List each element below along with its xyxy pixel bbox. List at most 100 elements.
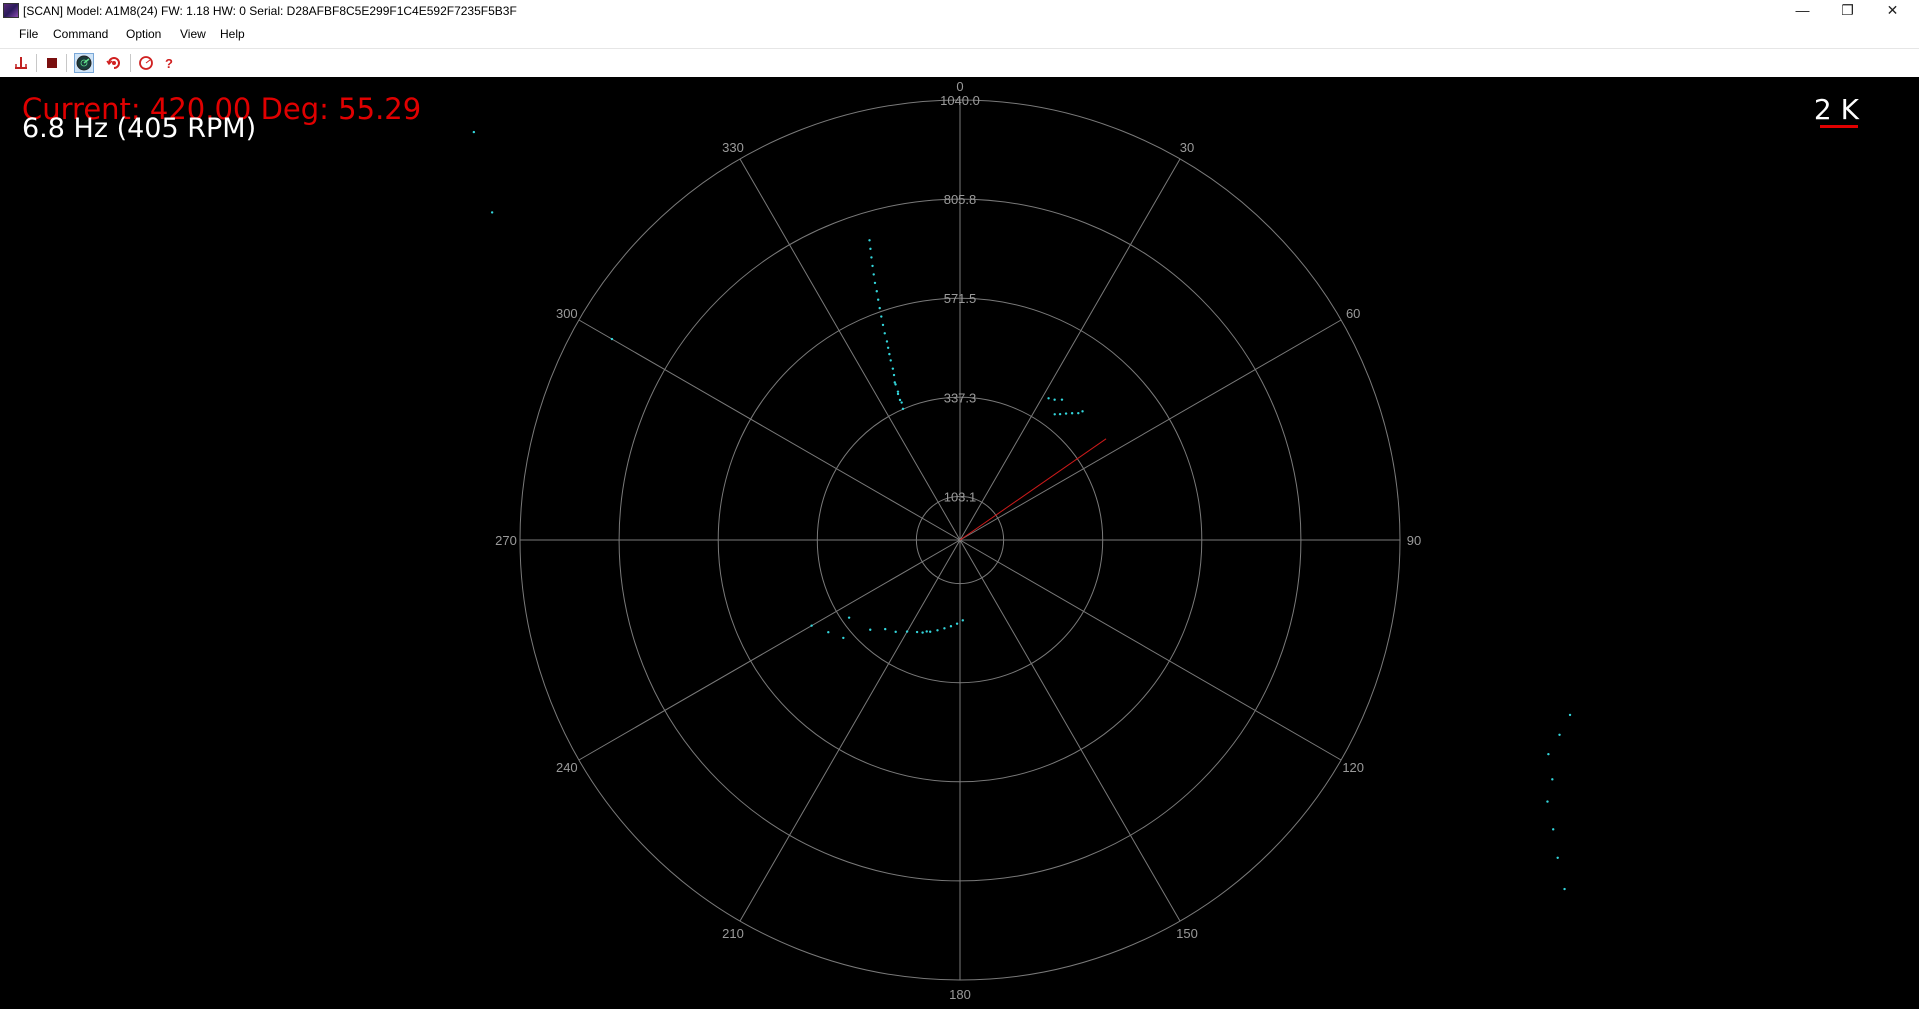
maximize-button[interactable]: ❐	[1825, 0, 1870, 22]
polar-scan-plot: 0 30 60 90 120 150 180 210 240 270 300 330 103.1 337.…	[472, 79, 1572, 1002]
start-scan-button[interactable]	[11, 53, 31, 73]
ring-value-label: 571.5	[944, 291, 977, 306]
scan-point	[876, 298, 880, 301]
angle-spoke	[959, 539, 1181, 922]
minimize-button[interactable]: —	[1780, 0, 1825, 22]
scan-point	[827, 631, 830, 634]
scan-point	[1551, 778, 1554, 781]
scan-point	[896, 390, 900, 393]
circle-view-button[interactable]	[136, 53, 156, 73]
menu-help[interactable]: Help	[220, 27, 245, 41]
angle-label: 300	[556, 306, 578, 321]
scan-point	[949, 625, 953, 628]
scan-point	[885, 340, 889, 343]
scan-point	[1060, 398, 1064, 401]
scan-point	[905, 630, 909, 633]
toolbar-separator	[36, 54, 37, 72]
scan-point	[893, 381, 896, 384]
app-icon	[3, 3, 19, 18]
scan-point	[886, 346, 890, 350]
radar-view-button[interactable]	[74, 53, 94, 73]
scan-point	[871, 264, 874, 268]
scan-point	[925, 630, 928, 633]
scan-point	[878, 306, 881, 310]
help-button[interactable]: ?	[159, 53, 179, 73]
reset-button[interactable]	[104, 53, 124, 73]
reset-icon	[106, 57, 120, 69]
scan-point	[884, 627, 887, 631]
scan-point	[898, 398, 902, 402]
angle-spoke	[959, 539, 1342, 761]
menu-bar: File Command Option View Help	[0, 22, 1919, 47]
angle-spoke	[739, 539, 961, 922]
angle-label: 270	[495, 533, 517, 548]
circle-view-icon	[139, 56, 153, 70]
scan-point	[1546, 800, 1549, 803]
angle-label: 180	[949, 987, 971, 1002]
scan-point	[1081, 410, 1084, 413]
ring-value-label: 337.3	[944, 390, 977, 405]
scan-point	[842, 636, 845, 640]
scan-point	[1552, 828, 1555, 831]
stop-button[interactable]	[42, 53, 62, 73]
scan-point	[888, 352, 891, 356]
scan-point	[955, 622, 959, 625]
rotation-rate-text: 6.8 Hz (405 RPM)	[22, 113, 257, 144]
scan-point	[1053, 398, 1056, 401]
scan-point	[894, 630, 897, 634]
current-ray	[959, 438, 1107, 541]
scan-point	[901, 407, 905, 411]
scan-point	[883, 332, 886, 335]
toolbar-separator	[130, 54, 131, 72]
angle-spoke	[578, 539, 961, 761]
scan-point	[810, 624, 813, 627]
scan-point	[943, 627, 946, 630]
angle-label: 30	[1180, 140, 1194, 155]
angle-spoke	[578, 319, 961, 541]
scan-point	[872, 273, 875, 276]
scan-point	[1563, 887, 1566, 891]
angle-label: 330	[722, 140, 744, 155]
angle-label: 150	[1176, 926, 1198, 941]
menu-option[interactable]: Option	[126, 27, 161, 41]
stop-icon	[47, 58, 57, 68]
scan-canvas[interactable]: 0 30 60 90 120 150 180 210 240 270 300 330 103.1 337.…	[0, 77, 1919, 1009]
ring-value-label: 103.1	[944, 489, 977, 504]
scan-point	[891, 367, 895, 370]
toolbar-separator	[66, 54, 67, 72]
scan-point	[1558, 733, 1561, 736]
close-button[interactable]: ✕	[1870, 0, 1915, 22]
angle-spoke	[959, 158, 1181, 541]
ring-value-label: 805.8	[944, 192, 977, 207]
scan-point	[868, 239, 871, 242]
scan-point	[490, 211, 494, 214]
scan-point	[1070, 412, 1074, 415]
scan-point	[610, 337, 614, 341]
scan-point	[921, 631, 924, 634]
scan-point	[892, 373, 896, 377]
scan-point	[928, 630, 932, 633]
scan-point	[847, 616, 851, 619]
menu-file[interactable]: File	[19, 27, 38, 41]
scan-point	[870, 256, 873, 259]
scan-point	[961, 619, 965, 622]
scan-point	[1077, 411, 1080, 415]
scan-point	[869, 628, 872, 631]
scan-point	[881, 323, 885, 327]
angle-label: 60	[1346, 306, 1360, 321]
scan-point	[1047, 397, 1050, 400]
scan-point	[889, 359, 892, 362]
menu-command[interactable]: Command	[53, 27, 108, 41]
angle-label: 120	[1342, 760, 1364, 775]
angle-spoke	[739, 158, 961, 541]
angle-label: 0	[956, 79, 963, 94]
scale-bar	[1820, 125, 1858, 128]
scan-point	[1547, 752, 1550, 756]
angle-spoke	[959, 319, 1342, 541]
angle-label: 90	[1407, 533, 1421, 548]
scan-point	[873, 281, 877, 285]
window-title: [SCAN] Model: A1M8(24) FW: 1.18 HW: 0 Se…	[23, 4, 517, 18]
scan-point	[472, 130, 476, 134]
menu-view[interactable]: View	[180, 27, 206, 41]
title-bar: [SCAN] Model: A1M8(24) FW: 1.18 HW: 0 Se…	[0, 0, 1919, 22]
